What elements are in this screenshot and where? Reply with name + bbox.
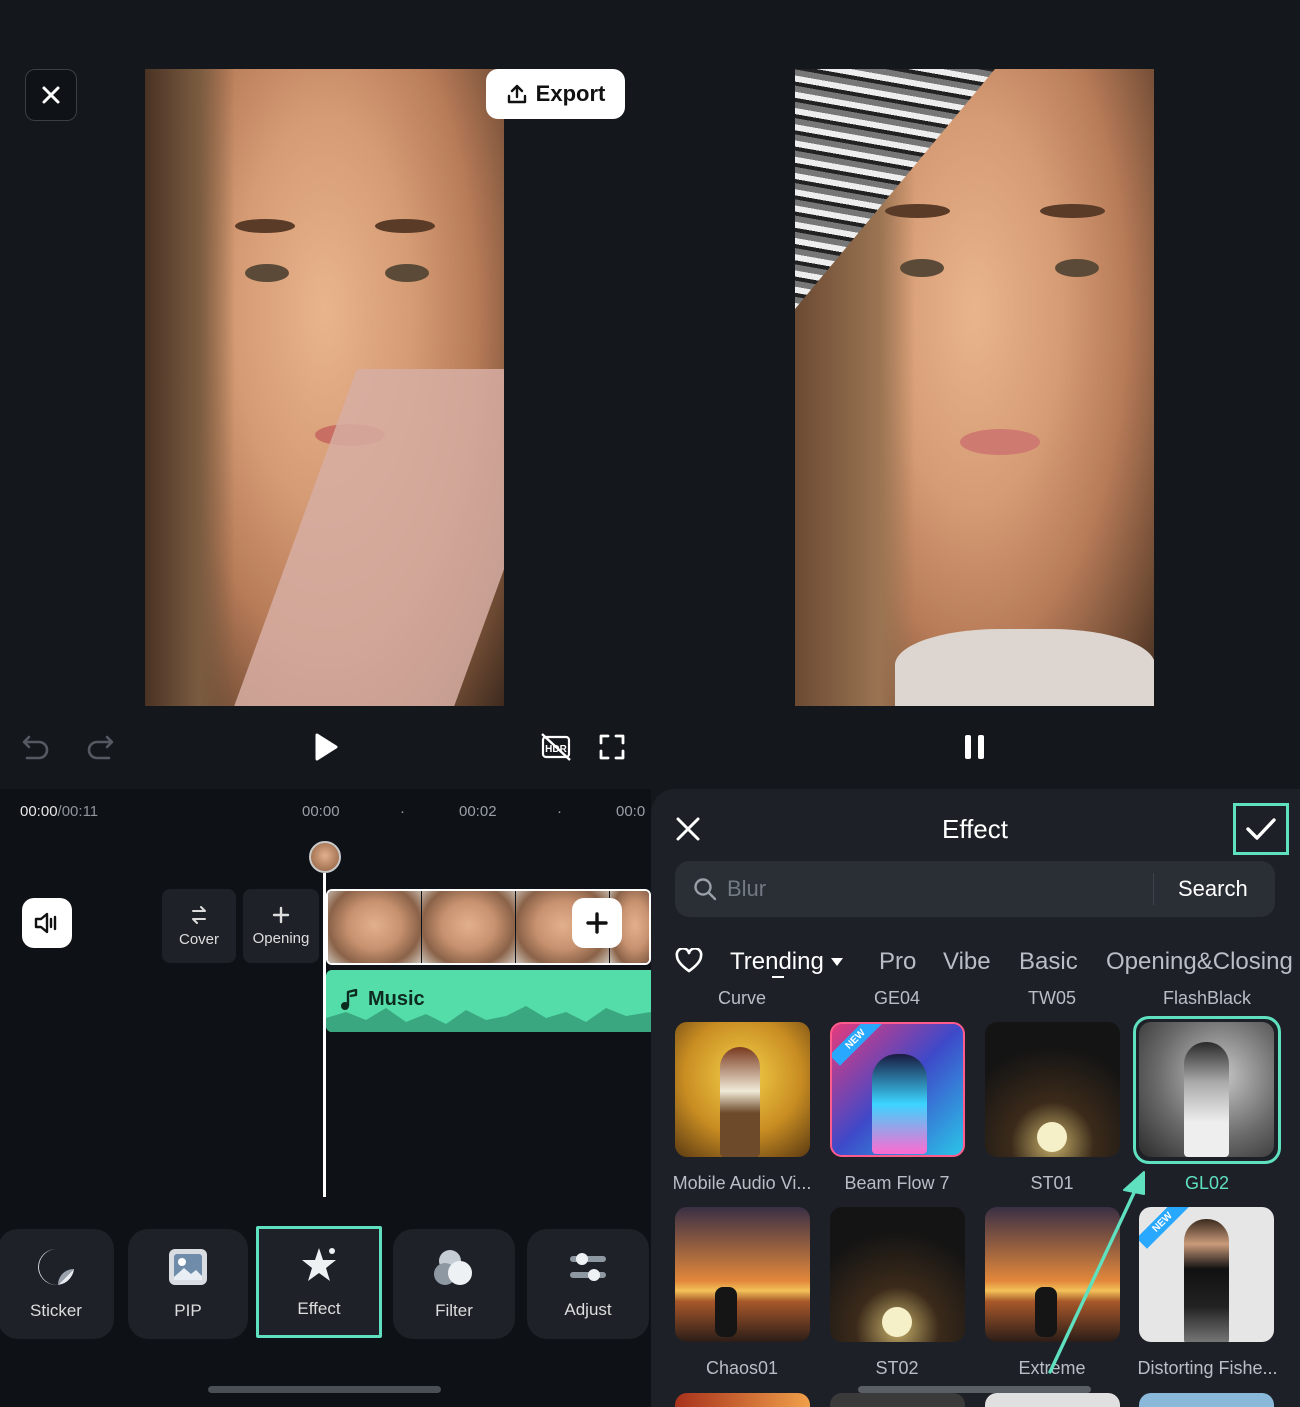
search-icon bbox=[694, 878, 717, 901]
effect-search-bar[interactable]: Blur Search bbox=[675, 861, 1275, 917]
effect-label: ST02 bbox=[875, 1358, 919, 1378]
effect-thumb-partial[interactable] bbox=[830, 1393, 965, 1407]
redo-button[interactable] bbox=[84, 732, 116, 762]
fullscreen-icon bbox=[599, 734, 625, 760]
search-divider bbox=[1153, 873, 1154, 905]
effect-thumb-partial[interactable] bbox=[1139, 1393, 1274, 1407]
opening-label: Opening bbox=[252, 929, 310, 947]
swap-icon bbox=[192, 905, 206, 924]
search-input[interactable]: Blur bbox=[727, 876, 766, 902]
add-clip-button[interactable] bbox=[572, 898, 622, 948]
effect-thumb-gl02[interactable] bbox=[1139, 1022, 1274, 1157]
toolbar-pip[interactable]: PIP bbox=[128, 1229, 248, 1339]
toolbar-label: Filter bbox=[435, 1301, 473, 1320]
fullscreen-button[interactable] bbox=[596, 731, 628, 763]
toolbar-label: Effect bbox=[297, 1299, 341, 1318]
pause-icon bbox=[965, 735, 984, 759]
effect-label: Curve bbox=[717, 988, 766, 1008]
effect-video-preview bbox=[795, 69, 1154, 706]
effect-label: GE04 bbox=[873, 988, 921, 1008]
redo-icon bbox=[87, 735, 114, 760]
filter-circles-icon bbox=[434, 1250, 472, 1285]
undo-button[interactable] bbox=[20, 732, 52, 762]
new-badge: NEW bbox=[832, 1024, 882, 1066]
close-icon bbox=[42, 86, 60, 104]
hdr-toggle-button[interactable]: HDR bbox=[538, 730, 574, 764]
time-readout: 00:00/00:11 bbox=[20, 803, 98, 820]
category-vibe[interactable]: Vibe bbox=[943, 948, 991, 976]
hdr-off-icon: HDR bbox=[541, 733, 571, 761]
music-note-icon bbox=[341, 988, 358, 1010]
toolbar-sticker[interactable]: Sticker bbox=[0, 1229, 114, 1339]
sparkle-star-icon bbox=[302, 1248, 336, 1281]
mute-button[interactable] bbox=[22, 898, 72, 948]
category-opening-closing[interactable]: Opening&Closing bbox=[1106, 948, 1293, 976]
music-label: Music bbox=[368, 988, 425, 1010]
picture-icon bbox=[169, 1249, 207, 1285]
effect-panel-title: Effect bbox=[941, 814, 1008, 844]
total-time: /00:11 bbox=[57, 803, 99, 820]
category-active-underline bbox=[772, 976, 784, 978]
category-trending[interactable]: Trending bbox=[730, 948, 844, 976]
effect-label: Mobile Audio Vi... bbox=[672, 1173, 812, 1193]
plus-icon bbox=[272, 906, 290, 923]
effect-close-button[interactable] bbox=[672, 813, 704, 845]
play-button[interactable] bbox=[310, 730, 342, 764]
toolbar-effect[interactable]: Effect bbox=[256, 1226, 382, 1338]
original-video-preview bbox=[145, 69, 504, 706]
sticker-icon bbox=[38, 1249, 74, 1286]
effect-thumb-mobile-audio[interactable] bbox=[675, 1022, 810, 1157]
effect-thumb-beam-flow-7[interactable]: NEW bbox=[830, 1022, 965, 1157]
effect-thumb-st01[interactable] bbox=[985, 1022, 1120, 1157]
effect-label: TW05 bbox=[1027, 988, 1076, 1008]
export-label: Export bbox=[535, 81, 606, 106]
checkmark-icon bbox=[1246, 818, 1276, 840]
effect-thumb-partial[interactable] bbox=[675, 1393, 810, 1407]
upload-icon bbox=[507, 84, 526, 104]
category-basic[interactable]: Basic bbox=[1019, 948, 1078, 976]
timeline-tick: 00:0 bbox=[616, 803, 646, 820]
panel-home-indicator bbox=[858, 1386, 1091, 1393]
export-button[interactable]: Export bbox=[486, 69, 625, 119]
current-time: 00:00 bbox=[20, 803, 58, 820]
playhead-avatar[interactable] bbox=[309, 841, 341, 873]
sliders-icon bbox=[570, 1253, 606, 1281]
close-button[interactable] bbox=[25, 69, 77, 121]
timeline-tick: · bbox=[557, 803, 562, 820]
close-icon bbox=[676, 817, 700, 841]
timeline-tick: 00:00 bbox=[302, 803, 340, 820]
pause-button[interactable] bbox=[958, 730, 992, 764]
cover-label: Cover bbox=[178, 930, 219, 948]
category-label: Trending bbox=[730, 948, 824, 975]
play-icon bbox=[315, 733, 338, 761]
category-pro[interactable]: Pro bbox=[879, 948, 916, 976]
plus-icon bbox=[586, 912, 608, 934]
music-track[interactable]: Music bbox=[326, 970, 651, 1032]
annotation-arrow bbox=[1048, 1171, 1145, 1374]
caret-down-icon bbox=[830, 958, 843, 966]
toolbar-filter[interactable]: Filter bbox=[393, 1229, 515, 1339]
undo-icon bbox=[22, 735, 49, 760]
effect-label: Chaos01 bbox=[705, 1358, 779, 1378]
toolbar-adjust[interactable]: Adjust bbox=[527, 1229, 649, 1339]
search-button[interactable]: Search bbox=[1178, 876, 1248, 902]
toolbar-label: Sticker bbox=[30, 1301, 82, 1320]
effect-label: Beam Flow 7 bbox=[844, 1173, 950, 1193]
toolbar-label: PIP bbox=[174, 1301, 202, 1320]
timeline-tick: · bbox=[400, 803, 405, 820]
playhead-line[interactable] bbox=[323, 873, 326, 1197]
favorites-heart-icon[interactable] bbox=[675, 948, 703, 974]
effect-thumb-st02[interactable] bbox=[830, 1207, 965, 1342]
timeline-tick: 00:02 bbox=[459, 803, 497, 820]
toolbar-label: Adjust bbox=[564, 1300, 612, 1319]
speaker-icon bbox=[34, 912, 57, 934]
effect-thumb-partial[interactable] bbox=[985, 1393, 1120, 1407]
home-indicator bbox=[208, 1386, 441, 1393]
effect-label: FlashBlack bbox=[1162, 988, 1252, 1008]
opening-button[interactable]: Opening bbox=[243, 889, 319, 963]
confirm-button[interactable] bbox=[1233, 803, 1289, 855]
cover-button[interactable]: Cover bbox=[162, 889, 236, 963]
effect-thumb-chaos01[interactable] bbox=[675, 1207, 810, 1342]
